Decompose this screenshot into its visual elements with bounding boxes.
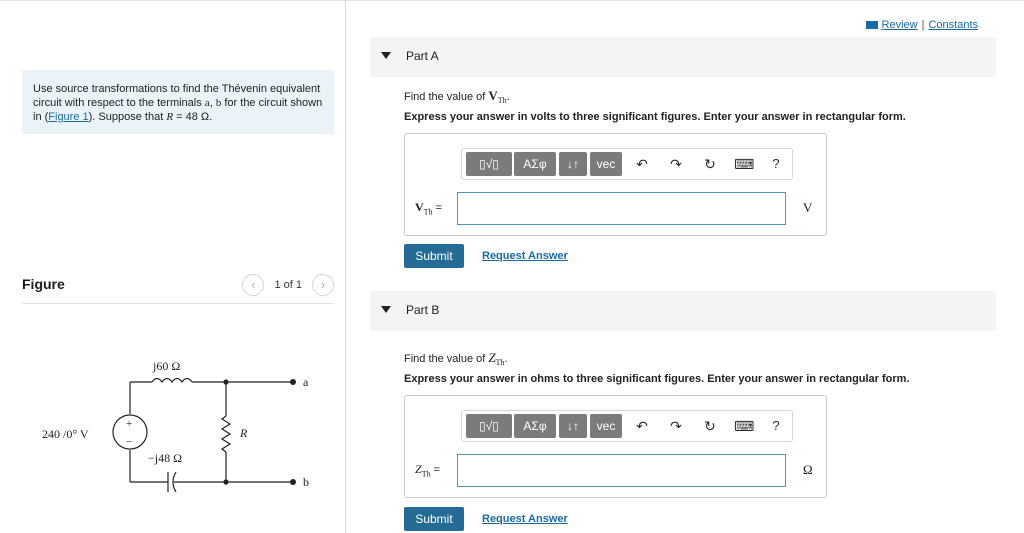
constants-link[interactable]: Constants <box>928 19 978 31</box>
collapse-triangle-icon[interactable] <box>381 306 391 313</box>
question-text: . <box>506 91 510 103</box>
source-plus: + <box>126 418 132 430</box>
part-a-question: Find the value of VTh. <box>404 88 510 105</box>
inductor-label: j60 Ω <box>152 359 180 373</box>
answer-label: VTh = <box>415 200 442 216</box>
undo-icon[interactable]: ↶ <box>632 415 652 437</box>
sort-button[interactable]: ↓↑ <box>559 414 587 438</box>
link-separator: | <box>921 19 925 31</box>
pager-label: 1 of 1 <box>274 279 302 291</box>
review-link[interactable]: Review <box>882 19 918 31</box>
panel-divider <box>345 0 346 533</box>
question-text: . <box>504 353 508 365</box>
problem-text: = 48 Ω. <box>173 111 213 123</box>
problem-text: ). Suppose that <box>88 111 167 123</box>
templates-button[interactable]: ▯√▯ <box>466 152 512 176</box>
answer-label: ZTh = <box>415 462 440 478</box>
part-a-submit-button[interactable]: Submit <box>404 244 464 268</box>
answer-subscript: Th <box>423 207 433 217</box>
terminal-b-dot <box>290 479 296 485</box>
redo-icon[interactable]: ↷ <box>666 415 686 437</box>
answer-unit: Ω <box>803 462 813 477</box>
question-text: Find the value of <box>404 91 489 103</box>
answer-subscript: Th <box>421 469 431 479</box>
resistor-label: R <box>239 426 248 440</box>
terminal-b-label: b <box>303 475 309 489</box>
symbols-button[interactable]: ΑΣφ <box>514 152 556 176</box>
question-variable: V <box>488 88 498 103</box>
node-dot <box>223 379 229 385</box>
keyboard-icon[interactable]: ⌨ <box>734 153 754 175</box>
figure-title: Figure <box>22 276 65 292</box>
sort-button[interactable]: ↓↑ <box>559 152 587 176</box>
part-b-instruction: Express your answer in ohms to three sig… <box>404 373 910 385</box>
book-icon <box>865 21 878 29</box>
answer-variable: V <box>415 200 424 214</box>
part-a-request-answer-link[interactable]: Request Answer <box>482 250 568 262</box>
vec-button[interactable]: vec <box>590 152 622 176</box>
review-constants-links: Review | Constants <box>865 19 978 31</box>
circuit-diagram: j60 Ω −j48 Ω 240 /0° V R a b + − <box>42 359 309 493</box>
part-b-question: Find the value of ZTh. <box>404 350 508 367</box>
inductor-coil <box>151 377 193 384</box>
undo-icon[interactable]: ↶ <box>632 153 652 175</box>
part-a-header[interactable]: Part A <box>370 37 996 77</box>
math-toolbar: ▯√▯ ΑΣφ ↓↑ vec ↶ ↷ ↻ ⌨ ? <box>461 148 793 180</box>
figure-header: Figure ‹ 1 of 1 › <box>22 270 334 304</box>
part-b-header[interactable]: Part B <box>370 291 996 331</box>
math-toolbar: ▯√▯ ΑΣφ ↓↑ vec ↶ ↷ ↻ ⌨ ? <box>461 410 793 442</box>
vec-button[interactable]: vec <box>590 414 622 438</box>
answer-variable: Z <box>415 462 422 476</box>
part-b-answer-box: ▯√▯ ΑΣφ ↓↑ vec ↶ ↷ ↻ ⌨ ? ZTh = Ω <box>404 395 827 498</box>
zth-answer-input[interactable] <box>457 454 786 487</box>
top-border <box>0 0 1024 1</box>
question-subscript: Th <box>495 358 505 368</box>
part-a-instruction: Express your answer in volts to three si… <box>404 111 906 123</box>
chevron-left-icon[interactable]: ‹ <box>242 274 265 296</box>
chevron-right-icon[interactable]: › <box>312 274 334 296</box>
problem-statement: Use source transformations to find the T… <box>22 70 334 134</box>
source-label: 240 /0° V <box>42 427 89 441</box>
reset-icon[interactable]: ↻ <box>700 415 720 437</box>
redo-icon[interactable]: ↷ <box>666 153 686 175</box>
vth-answer-input[interactable] <box>457 192 786 225</box>
answer-unit: V <box>803 200 813 215</box>
terminal-a-dot <box>290 379 296 385</box>
symbols-button[interactable]: ΑΣφ <box>514 414 556 438</box>
resistor-zigzag <box>220 415 232 453</box>
figure-link[interactable]: Figure 1 <box>48 111 88 123</box>
figure-pager: ‹ 1 of 1 › <box>242 274 334 296</box>
part-b-request-answer-link[interactable]: Request Answer <box>482 513 568 525</box>
capacitor-label: −j48 Ω <box>148 451 182 465</box>
part-a-answer-box: ▯√▯ ΑΣφ ↓↑ vec ↶ ↷ ↻ ⌨ ? VTh = V <box>404 133 827 236</box>
answer-equals: = <box>430 464 441 476</box>
terminal-a-label: a <box>303 375 309 389</box>
reset-icon[interactable]: ↻ <box>700 153 720 175</box>
help-icon[interactable]: ? <box>766 153 786 175</box>
node-dot <box>223 479 229 485</box>
keyboard-icon[interactable]: ⌨ <box>734 415 754 437</box>
collapse-triangle-icon[interactable] <box>381 52 391 59</box>
help-icon[interactable]: ? <box>766 415 786 437</box>
question-text: Find the value of <box>404 353 489 365</box>
part-b-submit-button[interactable]: Submit <box>404 507 464 531</box>
question-subscript: Th <box>497 96 507 106</box>
templates-button[interactable]: ▯√▯ <box>466 414 512 438</box>
part-b-title: Part B <box>406 303 440 317</box>
source-minus: − <box>126 436 132 448</box>
question-variable: Z <box>488 350 496 365</box>
part-a-title: Part A <box>406 49 439 63</box>
answer-equals: = <box>432 202 443 214</box>
